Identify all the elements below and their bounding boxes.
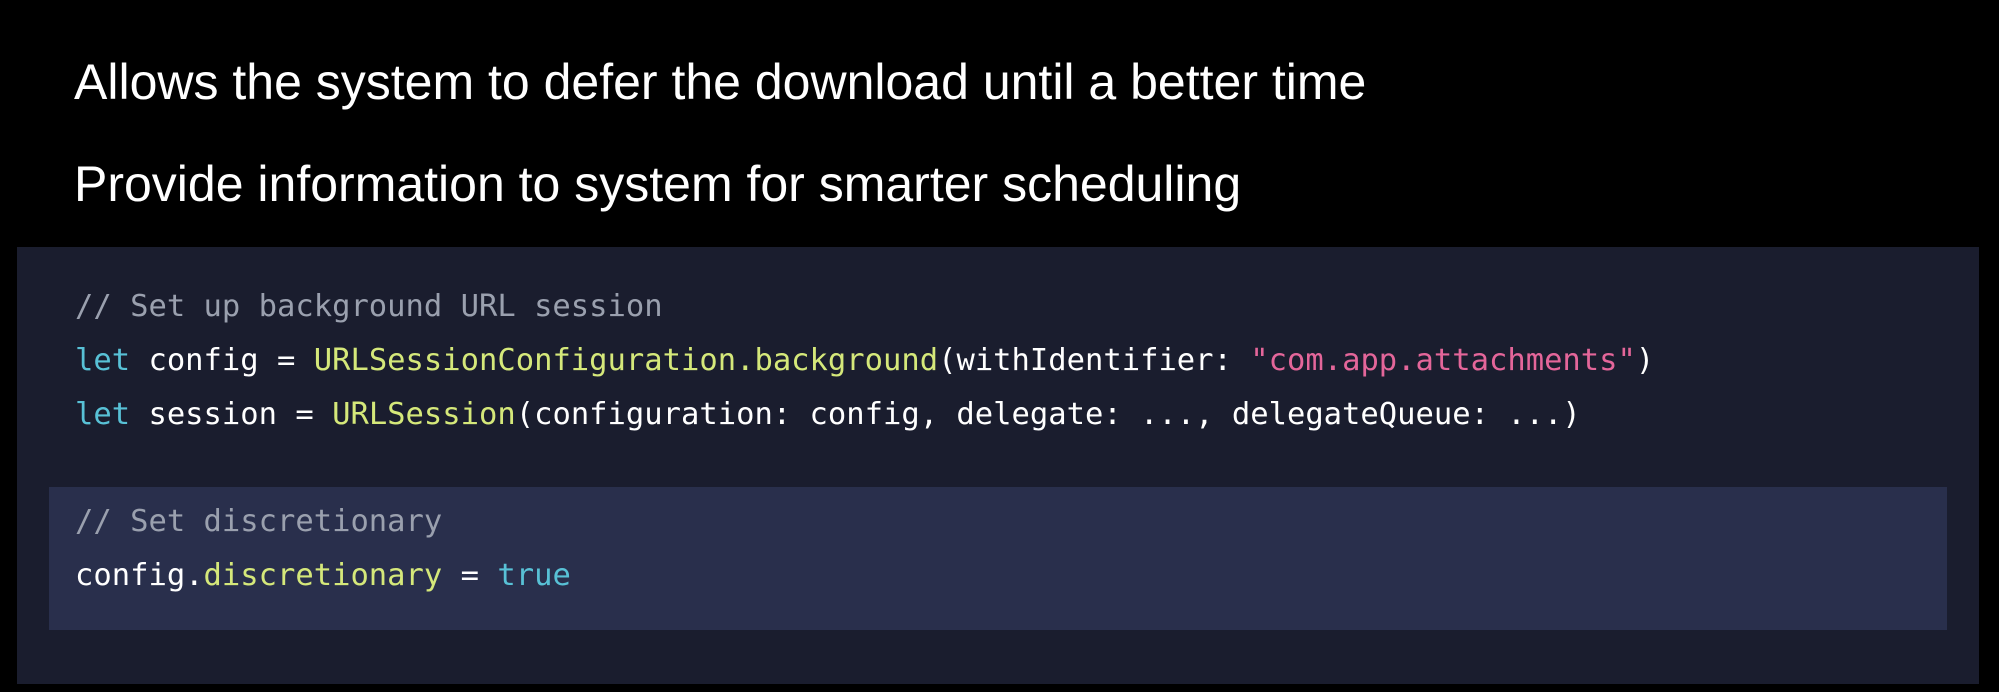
code-line-discretionary: config.discretionary = true xyxy=(75,556,571,596)
code-text: session = xyxy=(130,397,333,432)
code-line-comment-discretionary: // Set discretionary xyxy=(75,502,442,542)
bottom-edge xyxy=(0,692,1999,698)
code-method: background xyxy=(754,343,939,378)
code-line-config: let config = URLSessionConfiguration.bac… xyxy=(75,341,1654,381)
code-keyword: let xyxy=(75,343,131,378)
code-keyword: let xyxy=(75,397,131,432)
code-comment: // Set discretionary xyxy=(75,504,443,539)
slide-bullet-1: Allows the system to defer the download … xyxy=(74,54,1367,110)
code-close-paren: ) xyxy=(1635,343,1655,378)
slide: Allows the system to defer the download … xyxy=(0,0,1999,698)
code-literal: true xyxy=(497,558,571,593)
slide-bullet-2: Provide information to system for smarte… xyxy=(74,156,1242,212)
code-args: (withIdentifier: xyxy=(938,343,1251,378)
code-comment: // Set up background URL session xyxy=(75,289,663,324)
code-object: config. xyxy=(75,558,204,593)
code-type: URLSessionConfiguration xyxy=(313,343,737,378)
code-panel: // Set up background URL session let con… xyxy=(17,247,1979,684)
code-dot: . xyxy=(736,343,755,378)
code-string: "com.app.attachments" xyxy=(1250,343,1636,378)
code-line-comment-setup: // Set up background URL session xyxy=(75,287,663,327)
code-args: (configuration: config, delegate: ..., d… xyxy=(515,397,1581,432)
code-property: discretionary xyxy=(203,558,443,593)
code-text: config = xyxy=(130,343,314,378)
code-operator: = xyxy=(442,558,498,593)
code-type: URLSession xyxy=(332,397,516,432)
code-line-session: let session = URLSession(configuration: … xyxy=(75,395,1581,435)
